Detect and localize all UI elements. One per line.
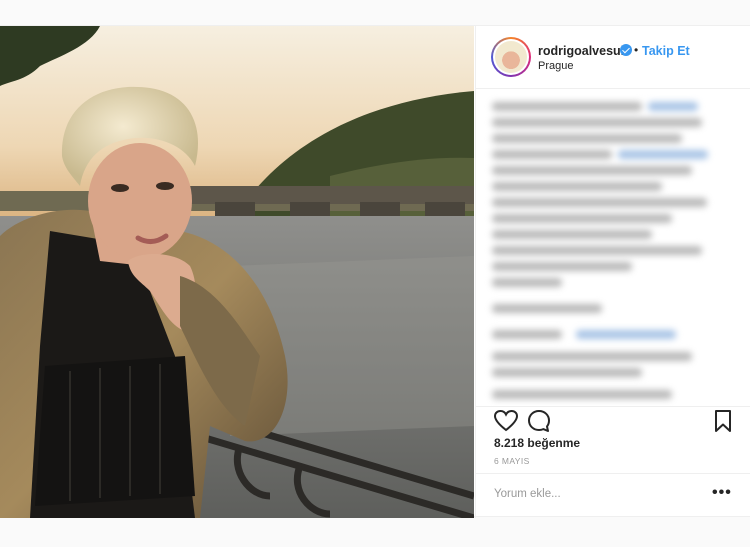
location-link[interactable]: Prague [538,60,573,72]
add-comment-bar: Yorum ekle... ••• [476,473,750,518]
post-side-panel: rodrigoalvesuk • Takip Et Prague 8.218 b… [475,26,750,518]
comments-area-blurred [476,90,750,406]
post-photo-image [0,26,474,518]
heart-icon[interactable] [493,408,519,434]
comment-input[interactable]: Yorum ekle... [494,488,561,500]
post-photo[interactable] [0,26,474,518]
follow-button[interactable]: Takip Et [642,44,690,58]
avatar[interactable] [491,37,531,77]
post-header: rodrigoalvesuk • Takip Et Prague [476,26,750,89]
more-options-icon[interactable]: ••• [712,484,732,502]
separator-dot: • [634,43,639,57]
bookmark-icon[interactable] [710,408,736,434]
author-username[interactable]: rodrigoalvesuk [538,44,628,58]
post-date: 6 MAYIS [494,456,530,466]
likes-count[interactable]: 8.218 beğenme [494,436,580,450]
comment-icon[interactable] [526,408,552,434]
instagram-post: rodrigoalvesuk • Takip Et Prague 8.218 b… [0,25,750,518]
verified-badge-icon [620,44,632,56]
